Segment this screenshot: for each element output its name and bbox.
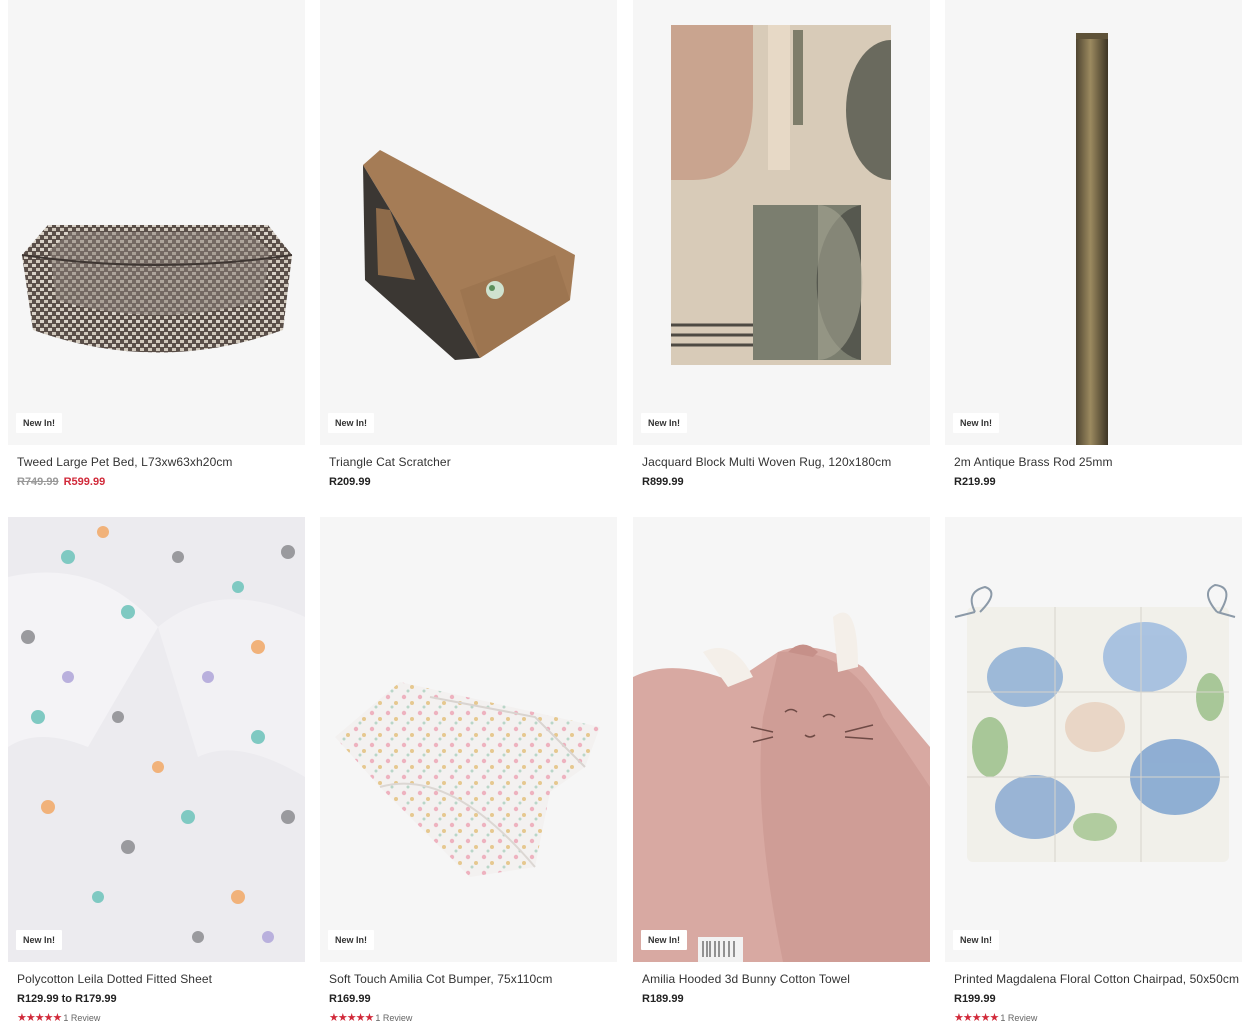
product-name[interactable]: Printed Magdalena Floral Cotton Chairpad… — [954, 972, 1242, 986]
review-count[interactable]: 1 Review — [1000, 1013, 1037, 1023]
product-name[interactable]: Polycotton Leila Dotted Fitted Sheet — [17, 972, 305, 986]
product-image[interactable]: New In! — [633, 517, 930, 962]
product-name[interactable]: Tweed Large Pet Bed, L73xw63xh20cm — [17, 455, 305, 469]
sale-price: R599.99 — [63, 476, 106, 488]
review-count[interactable]: 1 Review — [63, 1013, 100, 1023]
star-rating-icon: ★★★★★ — [954, 1012, 999, 1024]
new-in-badge: New In! — [641, 413, 688, 433]
price: R209.99 — [329, 476, 371, 488]
price: R189.99 — [642, 993, 684, 1005]
product-image[interactable]: New In! — [320, 517, 617, 962]
price-row: R899.99 — [642, 476, 930, 488]
price: R219.99 — [954, 476, 996, 488]
product-image[interactable]: New In! — [945, 517, 1242, 962]
price: R129.99 to R179.99 — [17, 993, 117, 1005]
product-card[interactable]: New In! Amilia Hooded 3d Bunny Cotton To… — [633, 517, 930, 1005]
price-row: R169.99 — [329, 993, 617, 1005]
product-card[interactable]: New In! Tweed Large Pet Bed, L73xw63xh20… — [8, 0, 305, 488]
product-image[interactable]: New In! — [633, 0, 930, 445]
new-in-badge: New In! — [328, 930, 375, 950]
new-in-badge: New In! — [328, 413, 375, 433]
price-row: R199.99 — [954, 993, 1242, 1005]
new-in-badge: New In! — [16, 930, 63, 950]
product-card[interactable]: New In! Jacquard Block Multi Woven Rug, … — [633, 0, 930, 488]
product-image[interactable]: New In! — [320, 0, 617, 445]
product-name[interactable]: Jacquard Block Multi Woven Rug, 120x180c… — [642, 455, 930, 469]
product-card[interactable]: New In! Polycotton Leila Dotted Fitted S… — [8, 517, 305, 1024]
price-row: R129.99 to R179.99 — [17, 993, 305, 1005]
was-price: R749.99 — [17, 476, 59, 488]
product-name[interactable]: Triangle Cat Scratcher — [329, 455, 617, 469]
price-row: R219.99 — [954, 476, 1242, 488]
new-in-badge: New In! — [641, 930, 688, 950]
price: R899.99 — [642, 476, 684, 488]
product-card[interactable]: New In! Triangle Cat Scratcher R209.99 — [320, 0, 617, 488]
rating[interactable]: ★★★★★ 1 Review — [329, 1011, 617, 1024]
product-name[interactable]: 2m Antique Brass Rod 25mm — [954, 455, 1242, 469]
product-image[interactable]: New In! — [8, 0, 305, 445]
product-grid: New In! Tweed Large Pet Bed, L73xw63xh20… — [0, 0, 1250, 1036]
new-in-badge: New In! — [953, 930, 1000, 950]
product-name[interactable]: Soft Touch Amilia Cot Bumper, 75x110cm — [329, 972, 617, 986]
rating[interactable]: ★★★★★ 1 Review — [17, 1011, 305, 1024]
review-count[interactable]: 1 Review — [375, 1013, 412, 1023]
star-rating-icon: ★★★★★ — [329, 1012, 374, 1024]
product-card[interactable]: New In! Soft Touch Amilia Cot Bumper, 75… — [320, 517, 617, 1024]
product-card[interactable]: New In! Printed Magdalena Floral Cotton … — [945, 517, 1242, 1024]
product-name[interactable]: Amilia Hooded 3d Bunny Cotton Towel — [642, 972, 930, 986]
star-rating-icon: ★★★★★ — [17, 1012, 62, 1024]
price-row: R209.99 — [329, 476, 617, 488]
product-image[interactable]: New In! — [945, 0, 1242, 445]
product-card[interactable]: New In! 2m Antique Brass Rod 25mm R219.9… — [945, 0, 1242, 488]
product-image[interactable]: New In! — [8, 517, 305, 962]
new-in-badge: New In! — [16, 413, 63, 433]
price-row: R749.99 R599.99 — [17, 476, 305, 488]
new-in-badge: New In! — [953, 413, 1000, 433]
price: R169.99 — [329, 993, 371, 1005]
price-row: R189.99 — [642, 993, 930, 1005]
price: R199.99 — [954, 993, 996, 1005]
rating[interactable]: ★★★★★ 1 Review — [954, 1011, 1242, 1024]
